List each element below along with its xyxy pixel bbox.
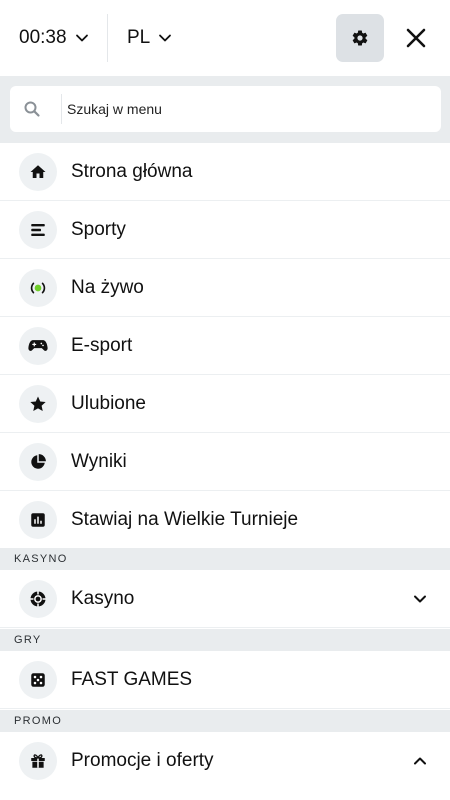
poker-chip-icon [19, 580, 57, 618]
search-area [0, 76, 450, 143]
time-selector[interactable]: 00:38 [19, 0, 89, 76]
menu-item-tournaments[interactable]: Stawiaj na Wielkie Turnieje [0, 491, 450, 549]
close-icon [406, 28, 426, 48]
menu-item-label: Strona główna [71, 161, 193, 182]
menu-item-live[interactable]: Na żywo [0, 259, 450, 317]
chevron-down-icon [159, 34, 172, 42]
topbar-divider [107, 14, 108, 62]
time-label: 00:38 [19, 27, 67, 48]
live-broadcast-icon [19, 269, 57, 307]
gift-icon [19, 742, 57, 780]
search-icon [24, 101, 40, 117]
chevron-down-icon[interactable] [410, 589, 430, 609]
chevron-up-icon[interactable] [410, 751, 430, 771]
top-bar: 00:38 PL [0, 0, 450, 76]
settings-button[interactable] [336, 14, 384, 62]
home-icon [19, 153, 57, 191]
menu-item-label: Ulubione [71, 393, 146, 414]
search-separator [61, 94, 62, 124]
section-header-games: GRY [0, 629, 450, 651]
star-icon [19, 385, 57, 423]
menu-item-label: FAST GAMES [71, 669, 193, 690]
dice-icon [19, 661, 57, 699]
menu-item-label: E-sport [71, 335, 133, 356]
close-button[interactable] [398, 20, 434, 56]
gear-icon [352, 30, 368, 46]
menu-item-favorites[interactable]: Ulubione [0, 375, 450, 433]
chevron-down-icon [75, 34, 88, 42]
menu-item-esport[interactable]: E-sport [0, 317, 450, 375]
menu-item-promotions[interactable]: Promocje i oferty [0, 732, 450, 790]
menu-item-home[interactable]: Strona główna [0, 143, 450, 201]
menu-item-results[interactable]: Wyniki [0, 433, 450, 491]
menu-item-label: Promocje i oferty [71, 750, 214, 771]
search-box [10, 86, 441, 132]
language-selector[interactable]: PL [127, 0, 172, 76]
menu-item-label: Sporty [71, 219, 126, 240]
section-header-promo: PROMO [0, 710, 450, 732]
language-label: PL [127, 27, 151, 48]
menu-item-label: Wyniki [71, 451, 127, 472]
bar-chart-icon [19, 501, 57, 539]
menu-item-label: Na żywo [71, 277, 144, 298]
menu-item-label: Stawiaj na Wielkie Turnieje [71, 509, 299, 530]
section-header-casino: KASYNO [0, 548, 450, 570]
sports-list-icon [19, 211, 57, 249]
pie-chart-icon [19, 443, 57, 481]
menu-item-sports[interactable]: Sporty [0, 201, 450, 259]
search-input[interactable] [67, 86, 427, 132]
menu-item-casino[interactable]: Kasyno [0, 570, 450, 628]
menu-item-fast-games[interactable]: FAST GAMES [0, 651, 450, 709]
gamepad-icon [19, 327, 57, 365]
menu-item-label: Kasyno [71, 588, 135, 609]
